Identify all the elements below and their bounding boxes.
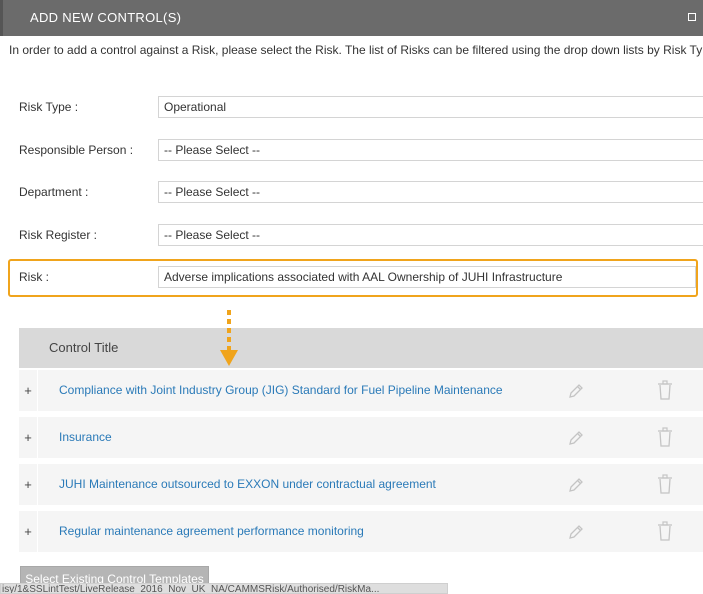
titlebar-edge <box>0 0 3 36</box>
expand-button[interactable]: + <box>19 511 38 552</box>
trash-icon[interactable] <box>657 427 673 447</box>
trash-icon[interactable] <box>657 474 673 494</box>
risk-register-row: Risk Register : -- Please Select -- <box>0 224 703 246</box>
status-url: isy/1&SSLintTest/LiveRelease_2016_Nov_UK… <box>0 583 448 594</box>
risk-type-select[interactable]: Operational <box>158 96 703 118</box>
intro-text: In order to add a control against a Risk… <box>9 43 703 57</box>
risk-register-label: Risk Register : <box>19 228 98 242</box>
department-select[interactable]: -- Please Select -- <box>158 181 703 203</box>
pencil-icon[interactable] <box>567 382 585 400</box>
expand-button[interactable]: + <box>19 464 38 505</box>
table-row: + JUHI Maintenance outsourced to EXXON u… <box>19 464 703 505</box>
expand-button[interactable]: + <box>19 370 38 411</box>
control-title-link[interactable]: Regular maintenance agreement performanc… <box>59 511 364 552</box>
risk-row: Risk : Adverse implications associated w… <box>0 266 703 288</box>
table-row: + Regular maintenance agreement performa… <box>19 511 703 552</box>
trash-icon[interactable] <box>657 521 673 541</box>
table-row: + Compliance with Joint Industry Group (… <box>19 370 703 411</box>
pencil-icon[interactable] <box>567 429 585 447</box>
maximize-icon[interactable] <box>688 13 696 21</box>
department-row: Department : -- Please Select -- <box>0 181 703 203</box>
dialog-title: ADD NEW CONTROL(S) <box>30 10 182 25</box>
expand-button[interactable]: + <box>19 417 38 458</box>
responsible-person-row: Responsible Person : -- Please Select -- <box>0 139 703 161</box>
trash-icon[interactable] <box>657 380 673 400</box>
risk-label: Risk : <box>19 270 49 284</box>
risk-type-label: Risk Type : <box>19 100 79 114</box>
responsible-person-select[interactable]: -- Please Select -- <box>158 139 703 161</box>
control-title-link[interactable]: Insurance <box>59 417 112 458</box>
responsible-person-label: Responsible Person : <box>19 143 134 157</box>
risk-type-row: Risk Type : Operational <box>0 96 703 118</box>
department-label: Department : <box>19 185 89 199</box>
control-title-link[interactable]: JUHI Maintenance outsourced to EXXON und… <box>59 464 436 505</box>
pencil-icon[interactable] <box>567 476 585 494</box>
risk-register-select[interactable]: -- Please Select -- <box>158 224 703 246</box>
dialog-titlebar: ADD NEW CONTROL(S) <box>0 0 703 36</box>
risk-select[interactable]: Adverse implications associated with AAL… <box>158 266 696 288</box>
pencil-icon[interactable] <box>567 523 585 541</box>
control-title-link[interactable]: Compliance with Joint Industry Group (JI… <box>59 370 503 411</box>
control-title-header: Control Title <box>19 328 703 368</box>
arrow-down-icon <box>220 310 238 366</box>
table-row: + Insurance <box>19 417 703 458</box>
